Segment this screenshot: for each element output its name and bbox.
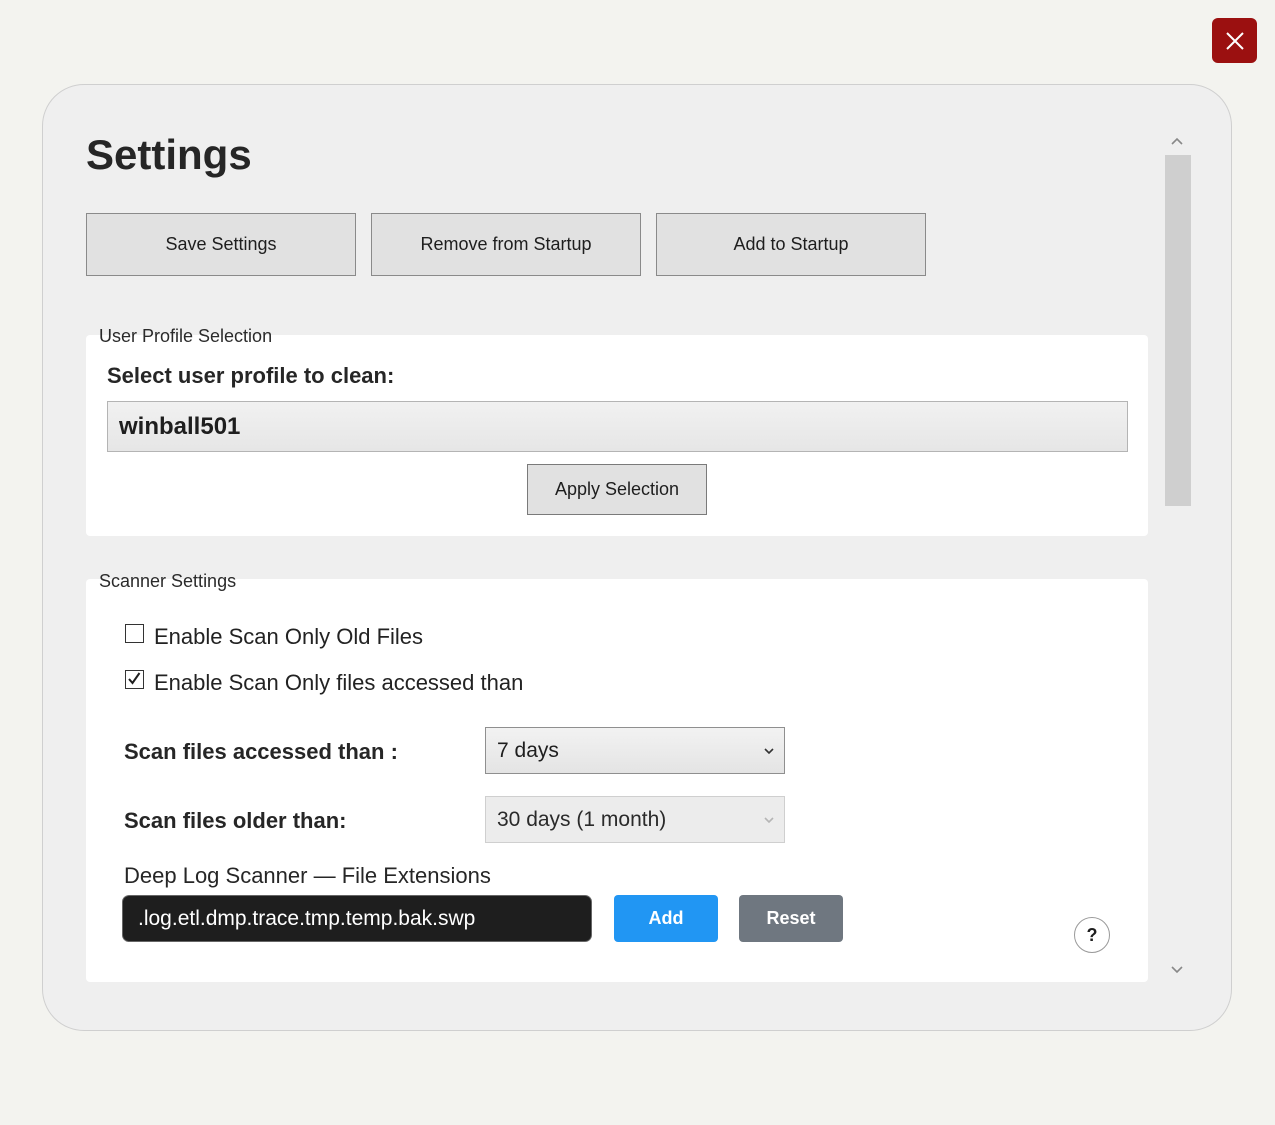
older-than-select[interactable]: 30 days (1 month)	[485, 796, 785, 843]
scan-accessed-files-label: Enable Scan Only files accessed than	[154, 670, 524, 695]
checkmark-icon	[128, 672, 141, 685]
accessed-than-label: Scan files accessed than :	[124, 739, 398, 764]
add-to-startup-button[interactable]: Add to Startup	[656, 213, 926, 276]
file-extensions-input[interactable]: .log.etl.dmp.trace.tmp.temp.bak.swp	[122, 895, 592, 942]
scroll-up-icon[interactable]	[1169, 135, 1185, 147]
scan-old-files-label: Enable Scan Only Old Files	[154, 624, 424, 649]
apply-selection-button[interactable]: Apply Selection	[527, 464, 707, 515]
save-settings-button[interactable]: Save Settings	[86, 213, 356, 276]
accessed-than-value: 7 days	[497, 738, 559, 762]
scanner-settings-group: Enable Scan Only Old Files Enable Scan O…	[86, 579, 1148, 982]
page-title: Settings	[86, 131, 252, 178]
help-button[interactable]: ?	[1074, 917, 1110, 953]
remove-from-startup-button[interactable]: Remove from Startup	[371, 213, 641, 276]
add-extension-button[interactable]: Add	[614, 895, 718, 942]
older-than-label: Scan files older than:	[124, 808, 347, 833]
chevron-down-icon	[764, 816, 774, 823]
select-profile-label: Select user profile to clean:	[107, 363, 395, 388]
scroll-down-icon[interactable]	[1169, 964, 1185, 976]
scan-old-files-checkbox[interactable]	[125, 624, 144, 643]
user-profile-select[interactable]: winball501	[107, 401, 1128, 452]
user-profile-legend: User Profile Selection	[99, 326, 273, 346]
user-profile-group: Select user profile to clean: winball501…	[86, 335, 1148, 536]
scanner-settings-legend: Scanner Settings	[99, 571, 237, 591]
deep-log-scanner-title: Deep Log Scanner — File Extensions	[124, 863, 491, 888]
chevron-down-icon	[764, 747, 774, 754]
settings-panel: Settings Save Settings Remove from Start…	[42, 84, 1232, 1031]
older-than-value: 30 days (1 month)	[497, 807, 667, 831]
close-button[interactable]	[1212, 18, 1257, 63]
scrollbar-thumb[interactable]	[1165, 155, 1191, 506]
scan-accessed-files-checkbox[interactable]	[125, 670, 144, 689]
accessed-than-select[interactable]: 7 days	[485, 727, 785, 774]
reset-extensions-button[interactable]: Reset	[739, 895, 843, 942]
close-icon	[1225, 31, 1244, 50]
